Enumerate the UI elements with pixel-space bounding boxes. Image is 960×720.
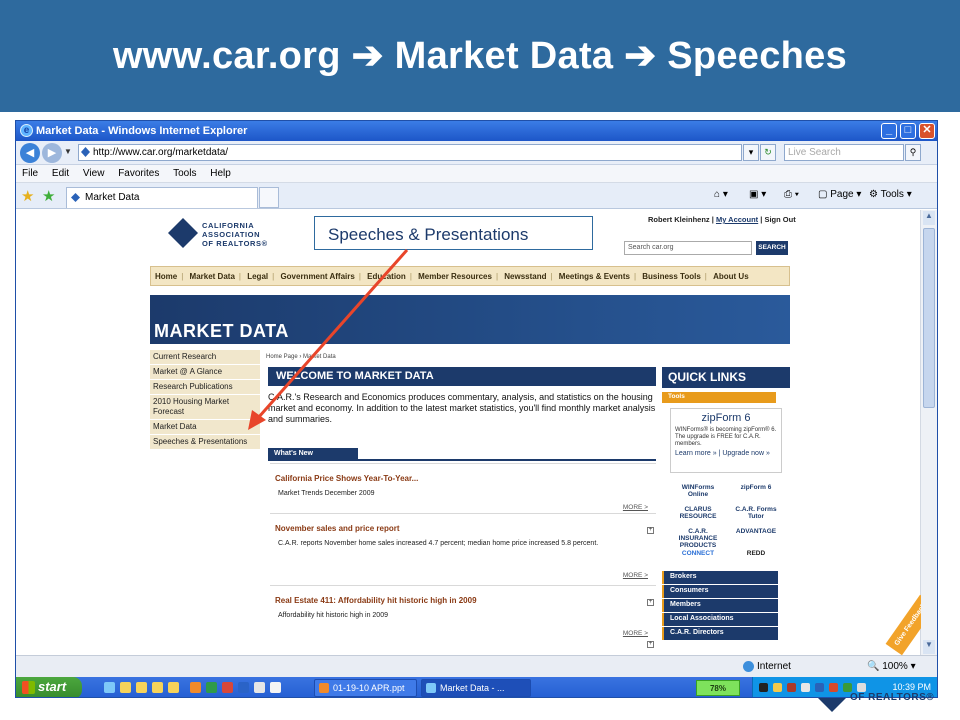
annotation-arrow [248,249,409,430]
arrow-line [256,249,409,419]
